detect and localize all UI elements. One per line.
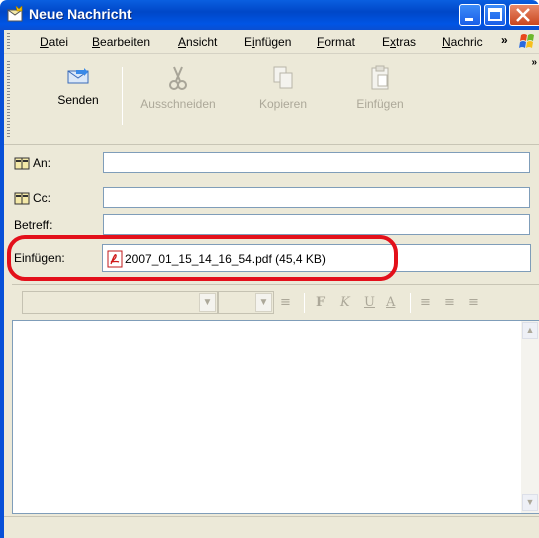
send-icon [67, 68, 89, 84]
cc-field[interactable] [103, 187, 530, 208]
menu-datei[interactable]: Datei [40, 35, 68, 49]
title-bar[interactable]: Neue Nachricht [0, 0, 539, 30]
main-toolbar: Senden Ausschneiden Kopieren Einfügen » [4, 55, 539, 145]
italic-icon[interactable]: K [340, 295, 350, 310]
message-body[interactable] [12, 320, 539, 514]
menu-einfuegen[interactable]: Einfügen [244, 35, 291, 49]
menubar-grip[interactable] [7, 33, 10, 51]
format-separator [304, 293, 305, 313]
scroll-up-icon[interactable]: ▲ [522, 322, 538, 339]
address-book-icon [14, 157, 30, 170]
menu-ansicht[interactable]: Ansicht [178, 35, 217, 49]
copy-button[interactable]: Kopieren [248, 65, 318, 111]
font-size-select[interactable]: ▼ [218, 291, 274, 314]
minimize-button[interactable] [459, 4, 481, 26]
format-separator [410, 293, 411, 313]
menu-format[interactable]: Format [317, 35, 355, 49]
cc-label[interactable]: Cc: [14, 191, 51, 205]
menu-bearbeiten[interactable]: Bearbeiten [92, 35, 150, 49]
minimize-icon [465, 18, 473, 21]
copy-icon [273, 66, 293, 89]
toolbar-grip[interactable] [7, 61, 10, 139]
menu-bar: Datei Bearbeiten Ansicht Einfügen Format… [4, 30, 539, 54]
subject-field[interactable] [103, 214, 530, 235]
scroll-down-icon[interactable]: ▼ [522, 494, 538, 511]
font-name-select[interactable]: ▼ [22, 291, 218, 314]
window-title: Neue Nachricht [29, 6, 132, 22]
align-icon[interactable]: ≡ [280, 295, 291, 310]
maximize-button[interactable] [484, 4, 506, 26]
toolbar-separator [122, 67, 123, 125]
maximize-icon [488, 8, 502, 21]
paste-label: Einfügen [356, 97, 404, 111]
cut-button[interactable]: Ausschneiden [128, 65, 228, 111]
scissors-icon [169, 66, 187, 90]
new-message-icon [7, 6, 24, 22]
clipboard-icon [371, 65, 389, 90]
indent-icon[interactable]: ≡ [468, 295, 479, 310]
menu-overflow-chevron[interactable]: » [501, 33, 508, 47]
underline-icon[interactable]: U [364, 295, 375, 310]
to-label[interactable]: An: [14, 156, 51, 170]
address-book-icon [14, 192, 30, 205]
bullet-list-icon[interactable]: ≡ [444, 295, 455, 310]
numbered-list-icon[interactable]: ≡ [420, 295, 431, 310]
paste-button[interactable]: Einfügen [344, 65, 416, 111]
menu-nachricht[interactable]: Nachric [442, 35, 483, 49]
chevron-down-icon: ▼ [255, 293, 272, 312]
toolbar-overflow-chevron[interactable]: » [531, 57, 537, 68]
vertical-scrollbar[interactable]: ▲ ▼ [521, 321, 539, 513]
close-button[interactable] [509, 4, 539, 26]
windows-logo-icon [519, 34, 534, 48]
bold-icon[interactable]: F [316, 295, 325, 310]
copy-label: Kopieren [258, 97, 308, 111]
subject-label: Betreff: [14, 218, 53, 232]
format-toolbar: ▼ ▼ ≡ F K U A ≡ ≡ ≡ [12, 284, 539, 318]
font-color-icon[interactable]: A [386, 295, 395, 310]
menu-extras[interactable]: Extras [382, 35, 416, 49]
send-button[interactable]: Senden [48, 65, 108, 107]
attachment-highlight-ring [7, 235, 398, 281]
cut-label: Ausschneiden [140, 97, 216, 111]
status-bar [4, 516, 539, 538]
send-label: Senden [57, 93, 99, 107]
close-icon [516, 8, 530, 22]
to-field[interactable] [103, 152, 530, 173]
chevron-down-icon: ▼ [199, 293, 216, 312]
